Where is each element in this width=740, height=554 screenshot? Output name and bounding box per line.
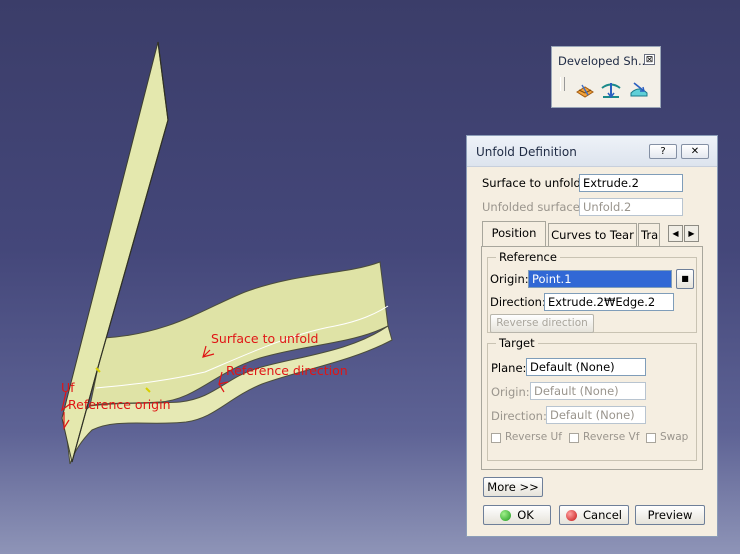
ok-label: OK (517, 508, 534, 522)
toolbar-close-icon[interactable]: ⊠ (644, 54, 655, 65)
dialog-title-bar[interactable]: Unfold Definition ? ✕ (467, 136, 717, 167)
developed-shapes-toolbar[interactable]: Developed Sh... ⊠ (551, 46, 661, 108)
reverse-vf-checkbox (569, 433, 579, 443)
tab-position[interactable]: Position (482, 221, 546, 246)
toolbar-grip[interactable] (560, 77, 565, 91)
surface-to-unfold-field[interactable]: Extrude.2 (579, 174, 683, 192)
reference-group: Reference Origin: Point.1 ■ Direction: E… (487, 250, 697, 333)
target-origin-label: Origin: (491, 385, 530, 399)
unfold-definition-dialog[interactable]: Unfold Definition ? ✕ Surface to unfold:… (466, 135, 718, 537)
transfer-icon[interactable] (628, 79, 650, 101)
ref-origin-label: Origin: (490, 272, 529, 286)
dialog-title: Unfold Definition (476, 145, 577, 159)
tab-scroll-right-button[interactable]: ▶ (684, 225, 699, 242)
reverse-vf-label: Reverse Vf (583, 431, 640, 443)
swap-checkbox (646, 433, 656, 443)
target-group-title: Target (496, 336, 538, 350)
preview-button[interactable]: Preview (635, 505, 705, 525)
tab-scroll-left-button[interactable]: ◀ (668, 225, 683, 242)
unfold-icon[interactable] (600, 79, 622, 101)
ref-direction-field[interactable]: Extrude.2₩Edge.2 (544, 293, 674, 311)
ref-origin-field[interactable]: Point.1 (528, 270, 672, 288)
develop-icon[interactable] (574, 79, 596, 101)
tab-curves-to-tear[interactable]: Curves to Tear (548, 223, 637, 246)
target-direction-field: Default (None) (546, 406, 646, 424)
toolbar-title: Developed Sh... (558, 54, 649, 68)
unfolded-surface-field: Unfold.2 (579, 198, 683, 216)
reverse-direction-button: Reverse direction (490, 314, 594, 333)
target-group: Target Plane: Default (None) Origin: Def… (487, 336, 697, 461)
reference-origin-label: Reference origin (68, 397, 171, 412)
ok-button[interactable]: OK (483, 505, 551, 525)
surface-to-unfold-label: Surface to unfold (211, 331, 319, 346)
ok-icon (500, 510, 512, 521)
close-button[interactable]: ✕ (681, 144, 709, 159)
target-plane-label: Plane: (491, 361, 527, 375)
ref-direction-label: Direction: (490, 295, 546, 309)
help-button[interactable]: ? (649, 144, 677, 159)
reference-direction-label: Reference direction (226, 363, 348, 378)
cancel-button[interactable]: Cancel (559, 505, 629, 525)
position-tab-panel: Reference Origin: Point.1 ■ Direction: E… (481, 246, 703, 470)
swap-label: Swap (660, 431, 689, 443)
reference-group-title: Reference (496, 250, 560, 264)
uv-axis-label: Uf (61, 380, 75, 395)
reverse-uf-label: Reverse Uf (505, 431, 562, 443)
more-button[interactable]: More >> (483, 477, 543, 497)
unfolded-surface-label: Unfolded surface: (482, 200, 584, 214)
reverse-uf-checkbox (491, 433, 501, 443)
surface-to-unfold-field-label: Surface to unfold: (482, 176, 585, 190)
tab-transfer[interactable]: Tra (638, 223, 660, 246)
ref-origin-picker-button[interactable]: ■ (676, 269, 694, 289)
target-direction-label: Direction: (491, 409, 547, 423)
target-origin-field: Default (None) (530, 382, 646, 400)
target-plane-field[interactable]: Default (None) (526, 358, 646, 376)
cancel-icon (566, 510, 578, 521)
cancel-label: Cancel (583, 508, 622, 522)
